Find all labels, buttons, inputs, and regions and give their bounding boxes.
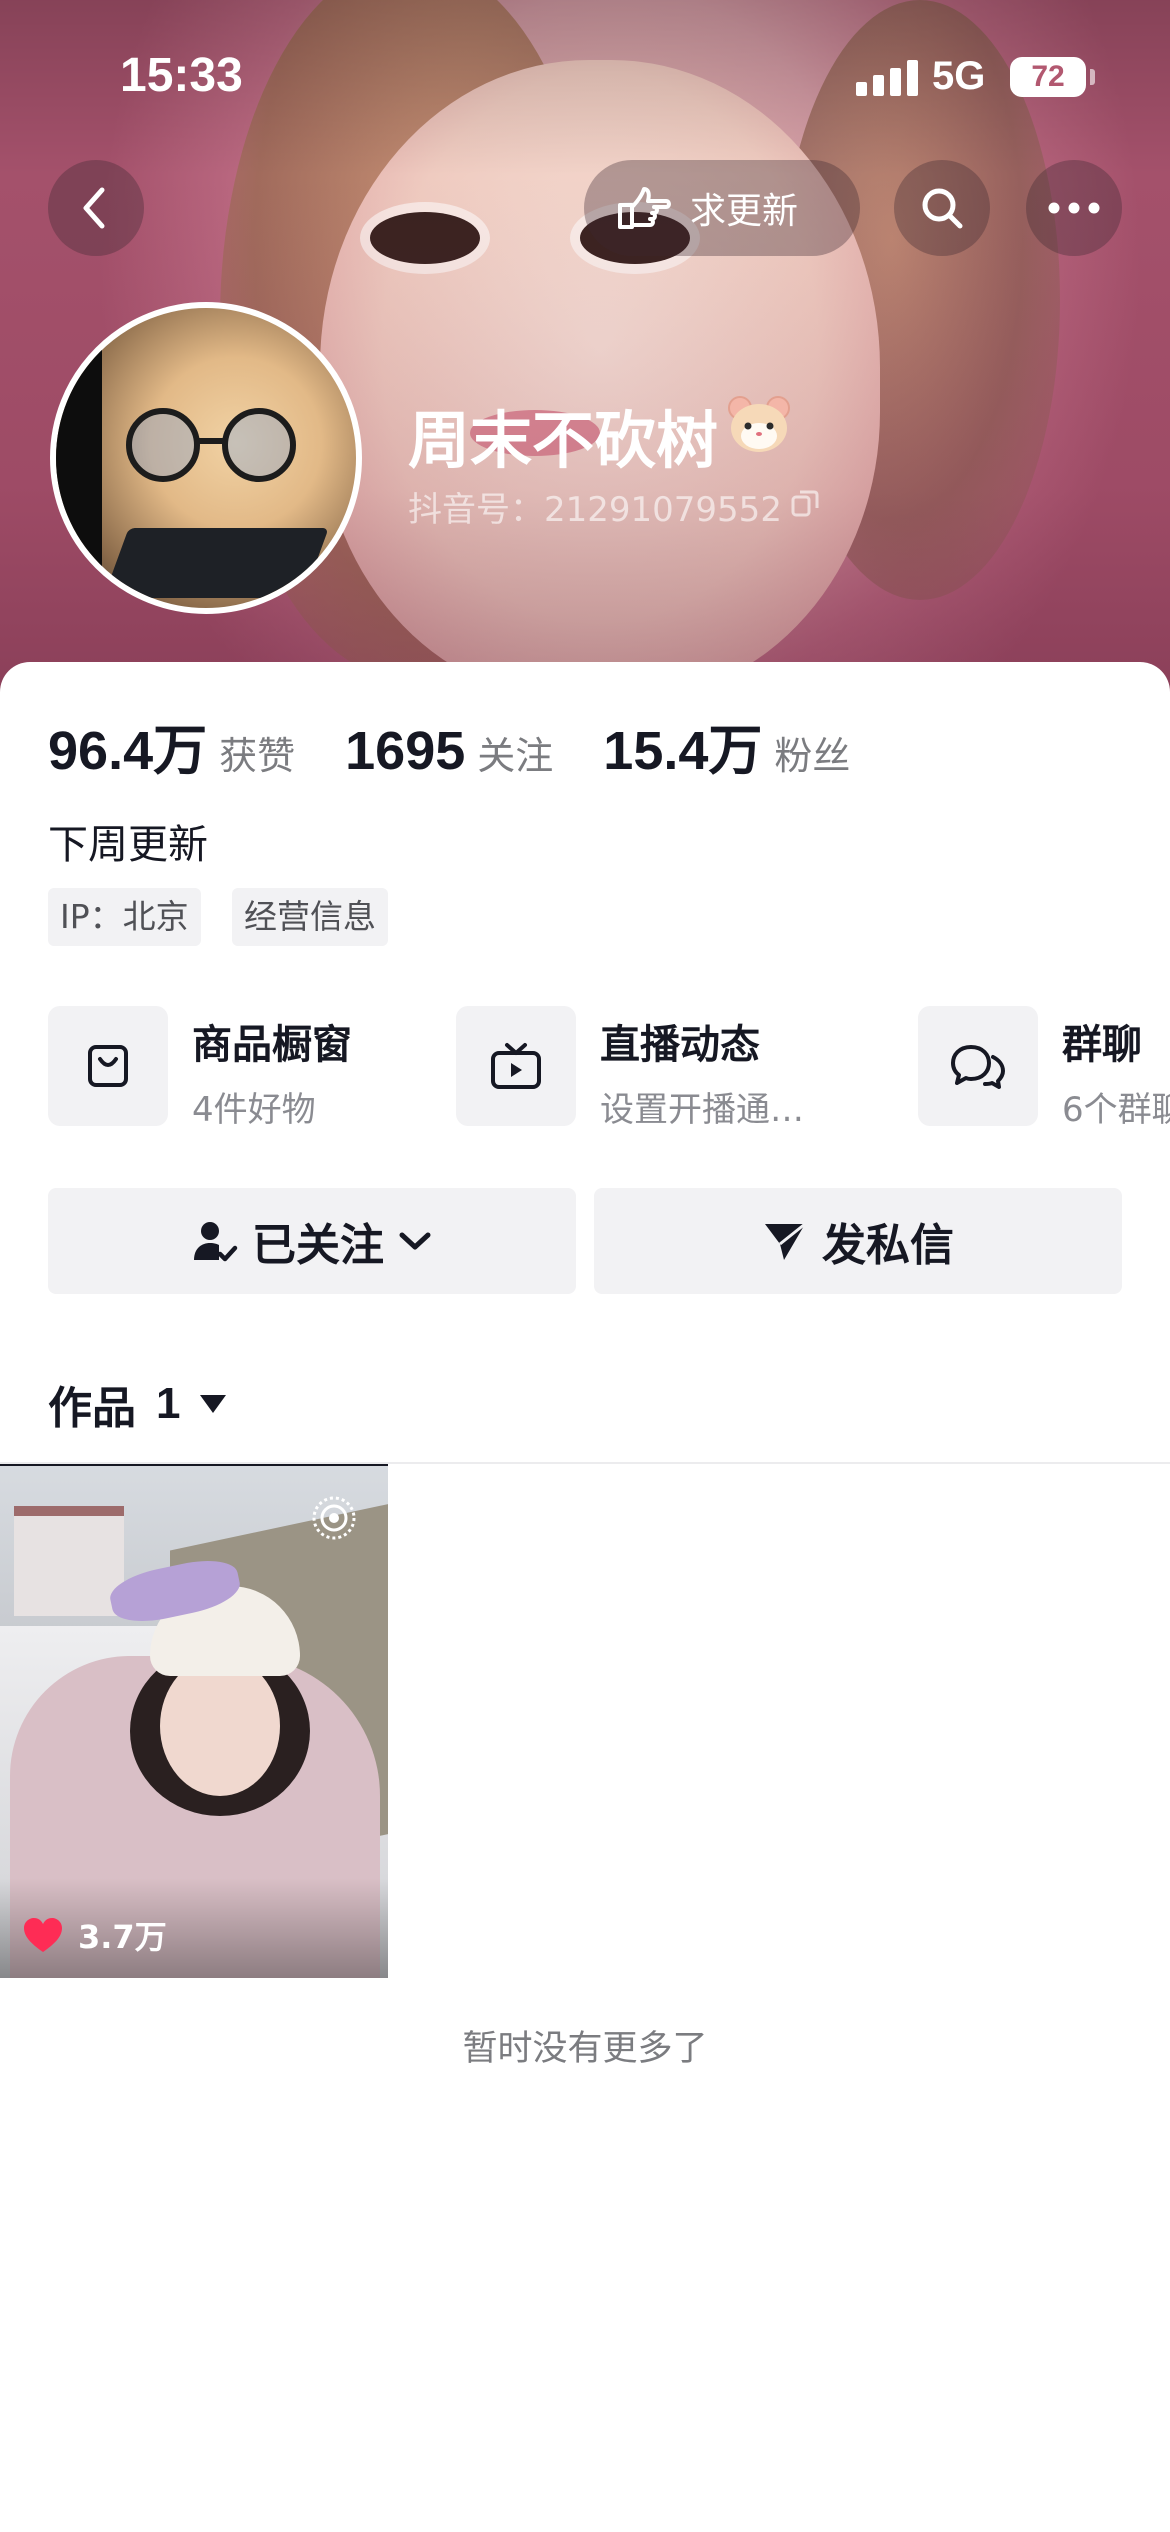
works-tab-label: 作品 [48, 1383, 136, 1434]
video-likes-count: 3.7万 [78, 1918, 167, 1956]
search-icon [922, 188, 963, 229]
video-thumbnail[interactable]: 3.7万 [0, 1466, 388, 1978]
followers-count[interactable]: 15.4万 [603, 706, 762, 785]
likes-label: 获赞 [219, 734, 296, 778]
chevron-left-icon [83, 187, 105, 229]
back-button[interactable] [48, 160, 144, 256]
followed-button[interactable]: 已关注 [48, 1188, 576, 1294]
battery-icon: 72 [1010, 57, 1086, 97]
hamster-emoji-icon [728, 396, 790, 452]
user-check-icon [194, 1222, 238, 1262]
status-time: 15:33 [120, 49, 243, 102]
followed-label: 已关注 [252, 1220, 384, 1271]
network-type: 5G [932, 54, 986, 98]
status-bar: 15:33 5G 72 [0, 0, 1170, 150]
feature-subtitle: 6个群聊 [1062, 1090, 1170, 1130]
live-tv-icon [491, 1043, 541, 1089]
search-button[interactable] [894, 160, 990, 256]
avatar[interactable] [50, 302, 362, 614]
signal-icon [856, 60, 918, 96]
chat-bubbles-icon [951, 1045, 1005, 1089]
douyin-id: 抖音号：21291079552 [408, 490, 782, 530]
business-info-tag[interactable]: 经营信息 [232, 888, 388, 946]
works-count: 1 [156, 1379, 181, 1428]
following-count[interactable]: 1695 [345, 720, 465, 782]
feature-title: 群聊 [1062, 1022, 1142, 1068]
no-more-content-text: 暂时没有更多了 [462, 2029, 708, 2069]
feature-subtitle: 4件好物 [192, 1090, 316, 1130]
shopping-bag-icon [88, 1045, 128, 1087]
send-message-button[interactable]: 发私信 [594, 1188, 1122, 1294]
caret-down-icon [200, 1395, 227, 1413]
paper-plane-icon [765, 1222, 806, 1260]
profile-name: 周末不砍树 [408, 404, 719, 477]
video-likes: 3.7万 [22, 1912, 167, 1958]
tab-works[interactable]: 作品 1 [48, 1372, 227, 1436]
chevron-down-icon [399, 1232, 431, 1250]
request-update-button[interactable]: 求更新 [584, 160, 860, 256]
request-update-label: 求更新 [690, 191, 799, 232]
live-photo-icon [312, 1496, 356, 1540]
feature-title: 直播动态 [600, 1022, 760, 1068]
more-options-button[interactable] [1026, 160, 1122, 256]
copy-icon[interactable] [790, 488, 820, 518]
followers-label[interactable]: 粉丝 [774, 725, 850, 780]
likes-count: 96.4万 [48, 721, 208, 781]
profile-stats: 96.4万 获赞 1695 关注 15.4万 粉丝 [48, 706, 900, 781]
pointing-hand-icon [618, 187, 671, 229]
feature-subtitle: 设置开播通… [600, 1090, 804, 1130]
following-label[interactable]: 关注 [477, 725, 553, 780]
more-dots-icon [1048, 202, 1100, 214]
ip-location-tag: IP：北京 [48, 888, 201, 946]
feature-title: 商品橱窗 [192, 1022, 352, 1068]
profile-bio: 下周更新 [48, 822, 208, 868]
send-message-label: 发私信 [822, 1220, 954, 1271]
heart-icon [24, 1918, 62, 1952]
